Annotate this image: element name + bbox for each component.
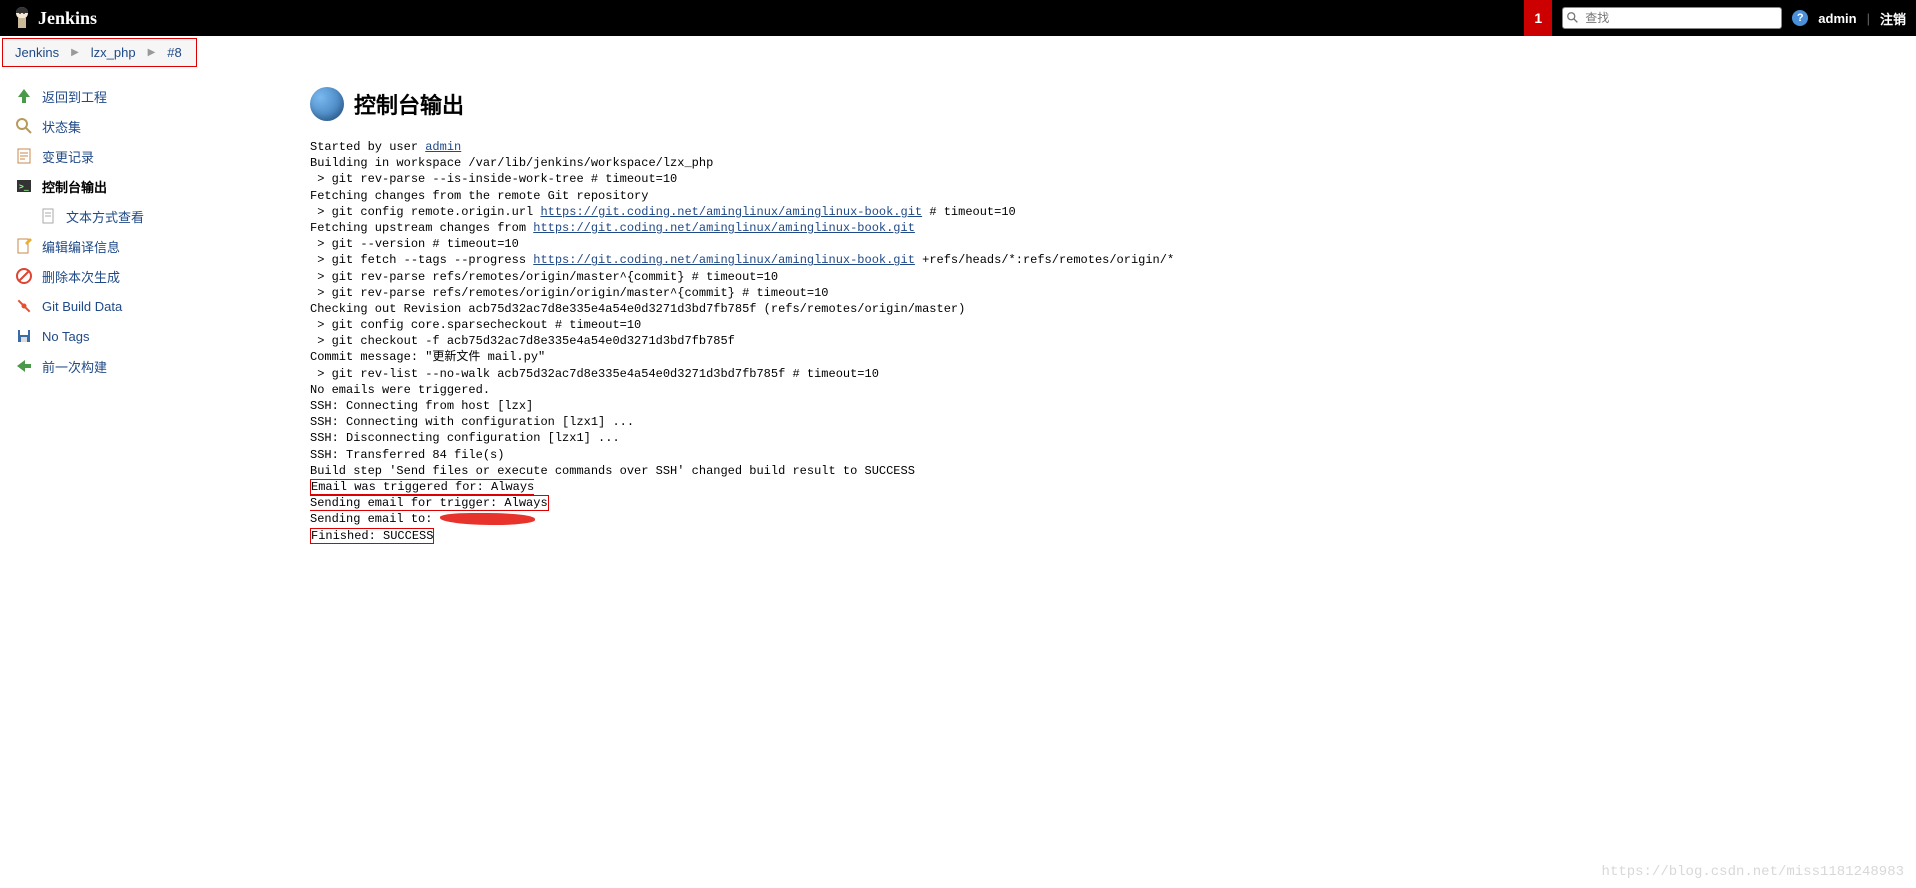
sidebar-item-label: 前一次构建 bbox=[42, 357, 107, 376]
left-arrow-icon bbox=[14, 356, 34, 376]
header-left: Jenkins bbox=[10, 4, 97, 32]
breadcrumb-build[interactable]: #8 bbox=[167, 45, 181, 60]
sidebar-item-text-view[interactable]: 文本方式查看 bbox=[0, 201, 290, 231]
status-ball-icon bbox=[310, 87, 344, 121]
sidebar-item-label: No Tags bbox=[42, 329, 89, 344]
console-line: Sending email to: bbox=[310, 512, 440, 526]
main-content: 控制台输出 Started by user admin Building in … bbox=[290, 69, 1916, 562]
search-box bbox=[1562, 7, 1782, 29]
highlighted-email-triggered: Email was triggered for: Always Sending … bbox=[310, 479, 549, 511]
sidebar-item-status[interactable]: 状态集 bbox=[0, 111, 290, 141]
highlighted-finished: Finished: SUCCESS bbox=[310, 528, 434, 544]
terminal-icon: >_ bbox=[14, 176, 34, 196]
git-url-link[interactable]: https://git.coding.net/aminglinux/amingl… bbox=[533, 221, 915, 235]
sidebar-item-prev-build[interactable]: 前一次构建 bbox=[0, 351, 290, 381]
sidebar-item-edit-build[interactable]: 编辑编译信息 bbox=[0, 231, 290, 261]
save-icon bbox=[14, 326, 34, 346]
doc-edit-icon bbox=[14, 236, 34, 256]
doc-icon bbox=[14, 146, 34, 166]
top-header: Jenkins 1 ? admin | 注销 bbox=[0, 0, 1916, 36]
body-wrapper: 返回到工程 状态集 变更记录 >_ 控制台输出 文本方式查看 编辑编译信息 删除… bbox=[0, 69, 1916, 562]
console-output: Started by user admin Building in worksp… bbox=[310, 139, 1896, 544]
sidebar: 返回到工程 状态集 变更记录 >_ 控制台输出 文本方式查看 编辑编译信息 删除… bbox=[0, 69, 290, 562]
forbidden-icon bbox=[14, 266, 34, 286]
notification-badge[interactable]: 1 bbox=[1524, 0, 1552, 36]
page-title: 控制台输出 bbox=[354, 88, 464, 120]
sidebar-item-no-tags[interactable]: No Tags bbox=[0, 321, 290, 351]
breadcrumb-project[interactable]: lzx_php bbox=[91, 45, 136, 60]
user-link[interactable]: admin bbox=[1818, 11, 1856, 26]
sidebar-item-git-data[interactable]: Git Build Data bbox=[0, 291, 290, 321]
logo-text: Jenkins bbox=[38, 8, 97, 29]
sidebar-item-label: Git Build Data bbox=[42, 299, 122, 314]
page-title-row: 控制台输出 bbox=[310, 87, 1896, 121]
user-link[interactable]: admin bbox=[425, 140, 461, 154]
jenkins-logo-icon bbox=[10, 4, 34, 32]
watermark: https://blog.csdn.net/miss1181248983 bbox=[1602, 864, 1904, 880]
breadcrumb-jenkins[interactable]: Jenkins bbox=[15, 45, 59, 60]
svg-text:>_: >_ bbox=[19, 182, 29, 191]
sidebar-item-back-to-project[interactable]: 返回到工程 bbox=[0, 81, 290, 111]
chevron-right-icon: ▶ bbox=[148, 47, 156, 58]
search-input[interactable] bbox=[1562, 7, 1782, 29]
sidebar-item-label: 控制台输出 bbox=[42, 177, 107, 196]
sidebar-item-label: 删除本次生成 bbox=[42, 267, 120, 286]
sidebar-item-changes[interactable]: 变更记录 bbox=[0, 141, 290, 171]
up-arrow-icon bbox=[14, 86, 34, 106]
jenkins-logo-link[interactable]: Jenkins bbox=[10, 4, 97, 32]
console-block: +refs/heads/*:refs/remotes/origin/* > gi… bbox=[310, 253, 1174, 477]
breadcrumb: Jenkins ▶ lzx_php ▶ #8 bbox=[2, 38, 197, 67]
sidebar-item-label: 返回到工程 bbox=[42, 87, 107, 106]
page-icon bbox=[38, 206, 58, 226]
redacted-email-icon bbox=[440, 513, 535, 525]
sidebar-item-console[interactable]: >_ 控制台输出 bbox=[0, 171, 290, 201]
sidebar-item-label: 变更记录 bbox=[42, 147, 94, 166]
console-line: Started by user bbox=[310, 140, 425, 154]
git-icon bbox=[14, 296, 34, 316]
git-url-link[interactable]: https://git.coding.net/aminglinux/amingl… bbox=[540, 205, 922, 219]
logout-link[interactable]: 注销 bbox=[1880, 9, 1906, 28]
sidebar-item-delete-build[interactable]: 删除本次生成 bbox=[0, 261, 290, 291]
header-separator: | bbox=[1867, 11, 1870, 26]
sidebar-item-label: 文本方式查看 bbox=[66, 207, 144, 226]
console-block: > git --version # timeout=10 > git fetch… bbox=[310, 237, 533, 267]
sidebar-item-label: 编辑编译信息 bbox=[42, 237, 120, 256]
sidebar-item-label: 状态集 bbox=[42, 117, 81, 136]
magnify-icon bbox=[14, 116, 34, 136]
chevron-right-icon: ▶ bbox=[71, 47, 79, 58]
header-right: 1 ? admin | 注销 bbox=[1524, 0, 1906, 36]
search-icon bbox=[1566, 11, 1580, 25]
help-icon[interactable]: ? bbox=[1792, 10, 1808, 26]
git-url-link[interactable]: https://git.coding.net/aminglinux/amingl… bbox=[533, 253, 915, 267]
